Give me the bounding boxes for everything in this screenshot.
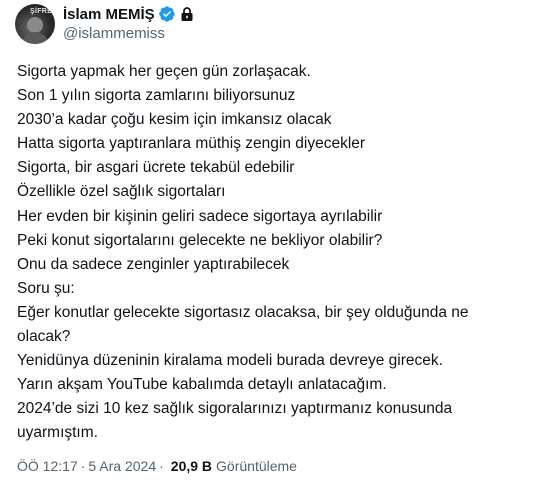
display-name[interactable]: İslam MEMİŞ bbox=[63, 6, 155, 23]
avatar-figure-head bbox=[27, 17, 43, 33]
tweet-line: Hatta sigorta yaptıranlara müthiş zengin… bbox=[17, 135, 366, 153]
tweet-line: olacak? bbox=[17, 328, 71, 346]
tweet-meta: ÖÖ 12:17 · 5 Ara 2024 · 20,9 B Görüntüle… bbox=[17, 458, 297, 474]
avatar[interactable]: ŞİFRE bbox=[15, 4, 55, 44]
tweet-line: Sigorta yapmak her geçen gün zorlaşacak. bbox=[17, 63, 311, 80]
tweet-text: Sigorta yapmak her geçen gün zorlaşacak.… bbox=[17, 60, 537, 446]
verified-badge-icon[interactable] bbox=[158, 5, 176, 23]
tweet-time[interactable]: ÖÖ 12:17 bbox=[17, 458, 78, 474]
tweet-line: Yenidünya düzeninin kiralama modeli bura… bbox=[17, 352, 443, 370]
tweet-line: Özellikle özel sağlık sigortaları bbox=[17, 183, 226, 201]
display-name-row: İslam MEMİŞ bbox=[63, 4, 195, 24]
tweet-line: Yarın akşam YouTube kabalımda detaylı an… bbox=[17, 376, 387, 394]
tweet-line: Eğer konutlar gelecekte sigortasız olaca… bbox=[17, 303, 469, 321]
tweet-line: Son 1 yılın sigorta zamlarını biliyorsun… bbox=[17, 87, 296, 105]
tweet-line: Sigorta, bir asgari ücrete tekabül edebi… bbox=[17, 159, 295, 177]
tweet-line: Her evden bir kişinin geliri sadece sigo… bbox=[17, 207, 383, 225]
tweet-line: Peki konut sigortalarını gelecekte ne be… bbox=[17, 231, 383, 249]
tweet-line: Onu da sadece zenginler yaptırabilecek bbox=[17, 255, 290, 273]
author-handle[interactable]: @islammemiss bbox=[63, 24, 195, 44]
meta-separator: · bbox=[159, 458, 164, 474]
tweet-line: 2030’a kadar çoğu kesim için imkansız ol… bbox=[17, 111, 332, 129]
views-count: 20,9 B bbox=[170, 458, 213, 474]
avatar-text: ŞİFRE bbox=[30, 8, 53, 15]
tweet-date[interactable]: 5 Ara 2024 bbox=[88, 458, 156, 474]
tweet-header: ŞİFRE İslam MEMİŞ @islammemiss bbox=[15, 0, 195, 48]
views-label: Görüntüleme bbox=[216, 458, 297, 474]
tweet-line: 2024’de sizi 10 kez sağlık sigoralarınız… bbox=[17, 400, 453, 418]
meta-separator: · bbox=[80, 458, 86, 474]
tweet-line: Soru şu: bbox=[17, 279, 75, 297]
avatar-figure-body bbox=[21, 32, 49, 44]
tweet-line: uyarmıştım. bbox=[17, 424, 98, 442]
author-names: İslam MEMİŞ @islammemiss bbox=[63, 4, 195, 44]
lock-icon bbox=[181, 7, 193, 21]
